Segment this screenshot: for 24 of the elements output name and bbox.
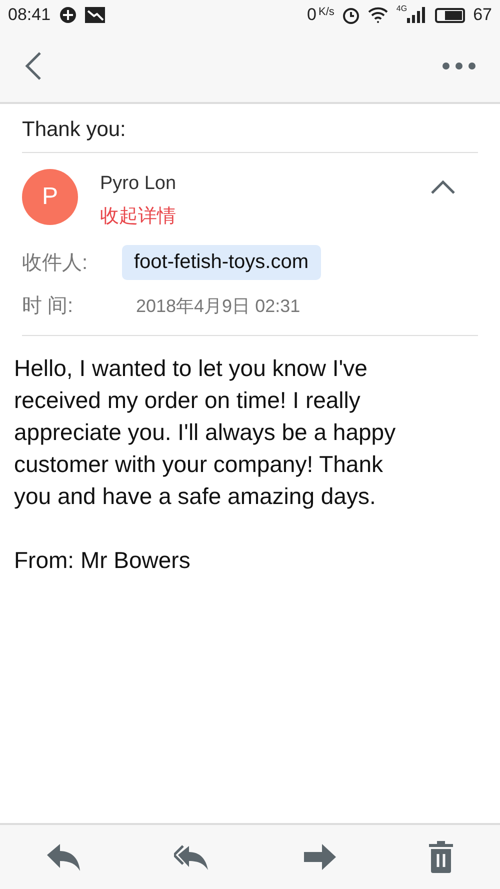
- image-icon: [84, 7, 105, 23]
- detail-value: 2018年4月9日 02:31: [135, 294, 300, 318]
- wifi-icon: [368, 7, 388, 23]
- net-unit: K/s: [318, 6, 334, 18]
- more-icon[interactable]: [442, 62, 476, 70]
- recipient-chip[interactable]: foot-fetish-toys.com: [122, 245, 321, 280]
- signal-icon: [407, 7, 428, 23]
- detail-label: 时 间:: [22, 294, 74, 319]
- alarm-icon: [342, 6, 360, 24]
- sender-name: Pyro Lon: [100, 173, 178, 195]
- email-subject: Thank you:: [22, 118, 478, 153]
- detail-label: 收件人:: [22, 251, 89, 276]
- details-toggle[interactable]: 收起详情: [100, 203, 404, 229]
- chevron-up-icon[interactable]: [430, 179, 456, 195]
- back-icon[interactable]: [24, 51, 42, 81]
- sender-avatar: P: [22, 169, 78, 225]
- sync-icon: [58, 6, 77, 24]
- net-speed: 0: [307, 5, 316, 25]
- battery-icon: [435, 8, 466, 22]
- network-type: 4G: [396, 4, 408, 13]
- status-time: 08:41: [8, 5, 51, 25]
- message-paragraph: From: Mr Bowers: [14, 546, 192, 575]
- message-paragraph: Hello, I wanted to let you know I've received my order on time! I really appreciate you. I'll always be a happy customer with your company! Thank you and have a safe amazing days.: [14, 354, 397, 511]
- battery-level: 67: [473, 5, 492, 25]
